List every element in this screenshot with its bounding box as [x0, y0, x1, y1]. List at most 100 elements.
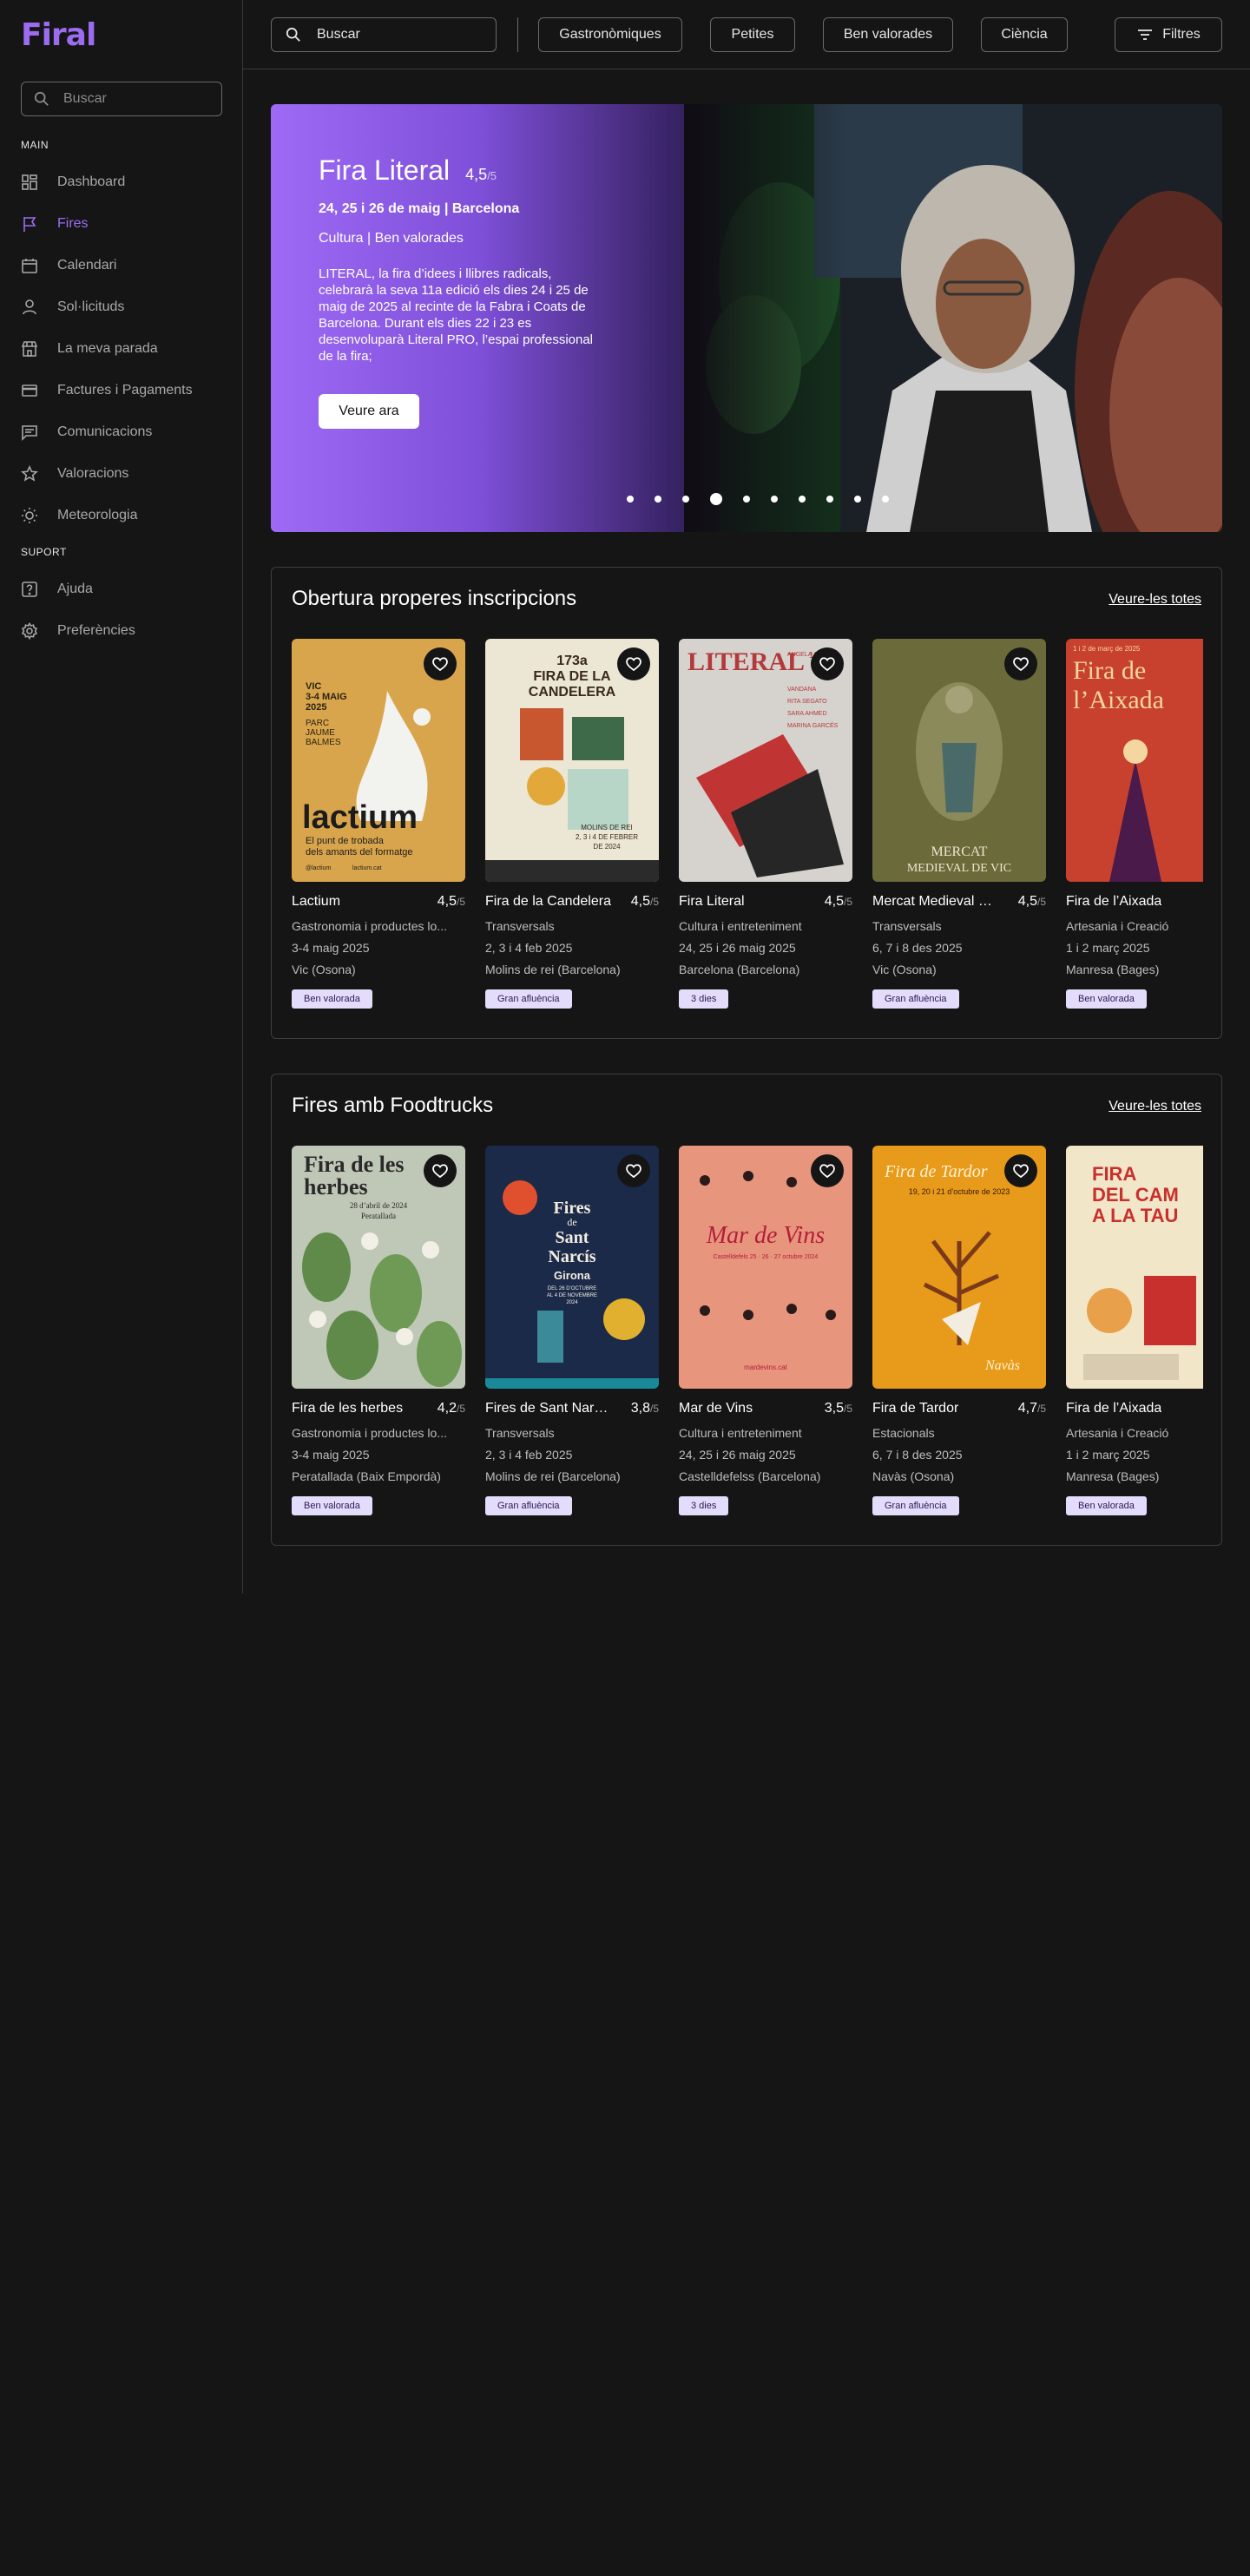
help-icon — [22, 582, 37, 597]
carousel-dot[interactable] — [655, 496, 661, 503]
favorite-button[interactable] — [617, 1154, 650, 1187]
favorite-button[interactable] — [1004, 647, 1037, 680]
sidebar-item-label: Valoracions — [57, 466, 129, 481]
poster-text: Fira de — [1073, 656, 1146, 685]
poster-text: 2, 3 i 4 DE FEBRER — [576, 833, 638, 841]
poster-text: lactium.cat — [352, 865, 382, 871]
card-dates: 1 i 2 març 2025 — [1066, 1448, 1150, 1462]
sidebar-item-valoracions[interactable]: Valoracions — [21, 460, 222, 488]
card-dates: 6, 7 i 8 des 2025 — [872, 941, 963, 955]
card-title: Fira de les herbes — [292, 1401, 404, 1416]
card-place: Vic (Osona) — [292, 963, 356, 976]
fair-card[interactable]: 173a FIRA DE LA CANDELERA MOLINS DE REI … — [485, 639, 659, 1009]
poster-text: mardevins.cat — [744, 1364, 788, 1371]
carousel-dot[interactable] — [627, 496, 634, 503]
favorite-button[interactable] — [811, 1154, 844, 1187]
carousel-dot[interactable] — [799, 496, 806, 503]
carousel-dot[interactable] — [710, 493, 722, 505]
card-title: Fira de Tardor — [872, 1401, 959, 1416]
poster-image: Fira de les herbes 28 d’abril de 2024 Pe… — [292, 1146, 465, 1389]
favorite-button[interactable] — [617, 647, 650, 680]
hero-cta-button[interactable]: Veure ara — [319, 394, 419, 429]
section-foodtrucks: Fires amb Foodtrucks Veure-les totes Fir… — [271, 1074, 1222, 1546]
fair-card[interactable]: MERCAT MEDIEVAL DE VIC Mercat Medieval d… — [872, 639, 1046, 1009]
filter-icon — [1138, 30, 1153, 40]
card-place: Vic (Osona) — [872, 963, 937, 976]
fair-card[interactable]: Fira de Tardor 19, 20 i 21 d’octubre de … — [872, 1146, 1046, 1515]
card-category: Gastronomia i productes lo... — [292, 1426, 447, 1440]
carousel-dot[interactable] — [743, 496, 750, 503]
carousel-dot[interactable] — [682, 496, 689, 503]
sidebar-item-preferencies[interactable]: Preferències — [21, 617, 222, 645]
poster-text: Sant — [556, 1228, 589, 1247]
poster-text: CANDELERA — [529, 685, 616, 700]
sidebar-item-ajuda[interactable]: Ajuda — [21, 575, 222, 603]
card-rating: 4,5/5 — [438, 894, 465, 910]
poster-image: MERCAT MEDIEVAL DE VIC — [872, 639, 1046, 882]
sidebar-search-input[interactable]: Buscar — [21, 82, 222, 116]
flag-icon — [23, 217, 36, 232]
heart-icon — [432, 1164, 448, 1179]
sidebar: Firal Buscar MAIN Dashboard Fires Calend… — [0, 0, 243, 1594]
search-icon — [34, 91, 49, 106]
card-title: Mercat Medieval de Vic — [872, 894, 998, 909]
sidebar-item-la-meva-parada[interactable]: La meva parada — [21, 335, 222, 363]
fair-card[interactable]: LITERAL 10 ANGELA VANDANA RITA SEGATO SA… — [679, 639, 852, 1009]
card-header: Fira de l’Aixada — [1066, 894, 1203, 910]
poster-text: DEL 26 D’OCTUBRE — [548, 1286, 596, 1291]
sidebar-item-meteorologia[interactable]: Meteorologia — [21, 502, 222, 529]
poster-text: MOLINS DE REI — [581, 824, 633, 831]
card-badge: 3 dies — [679, 1496, 729, 1515]
card-rating-den: /5 — [649, 896, 659, 908]
carousel-dot[interactable] — [854, 496, 861, 503]
hero-title: Fira Literal — [319, 154, 451, 186]
star-icon — [21, 465, 38, 482]
favorite-button[interactable] — [811, 647, 844, 680]
section-obertura: Obertura properes inscripcions Veure-les… — [271, 567, 1222, 1039]
card-title: Mar de Vins — [679, 1401, 753, 1416]
fair-card[interactable]: VIC 3-4 MAIG 2025 PARC JAUME BALMES lact… — [292, 639, 465, 1009]
poster-text: Mar de Vins — [706, 1222, 825, 1249]
sidebar-item-comunicacions[interactable]: Comunicacions — [21, 418, 222, 446]
top-divider — [517, 17, 518, 52]
carousel-dot[interactable] — [882, 496, 889, 503]
filter-chip-ben-valorades[interactable]: Ben valorades — [823, 17, 953, 52]
support-section-label: SUPORT — [21, 546, 67, 558]
fair-card[interactable]: FIRA DEL CAM A LA TAU Fira de l’Aixada A… — [1066, 1146, 1203, 1515]
filter-chip-gastronomiques[interactable]: Gastronòmiques — [538, 17, 682, 52]
fair-card[interactable]: 1 i 2 de març de 2025 Fira de l’Aixada F… — [1066, 639, 1203, 1009]
card-rating-den: /5 — [843, 1403, 852, 1415]
poster-image: Fires de Sant Narcís Girona DEL 26 D’OCT… — [485, 1146, 659, 1389]
sidebar-item-dashboard[interactable]: Dashboard — [21, 168, 222, 196]
sidebar-item-factures[interactable]: Factures i Pagaments — [21, 377, 222, 404]
app-logo[interactable]: Firal — [21, 17, 96, 53]
card-place: Navàs (Osona) — [872, 1469, 955, 1483]
filter-chip-ciencia[interactable]: Ciència — [981, 17, 1068, 52]
card-rating-den: /5 — [1036, 896, 1046, 908]
sidebar-item-sollicituds[interactable]: Sol·licituds — [21, 293, 222, 321]
fair-card[interactable]: Mar de Vins Castelldefels 25 · 26 · 27 o… — [679, 1146, 852, 1515]
hero-description: LITERAL, la fira d’idees i llibres radic… — [319, 266, 594, 364]
top-search-input[interactable]: Buscar — [271, 17, 497, 52]
sidebar-item-calendari[interactable]: Calendari — [21, 252, 222, 279]
poster-text: Fires — [554, 1199, 591, 1218]
poster-text: ANGELA — [787, 652, 812, 658]
filters-button[interactable]: Filtres — [1115, 17, 1222, 52]
sidebar-item-fires[interactable]: Fires — [21, 210, 222, 238]
card-header: Mercat Medieval de Vic 4,5/5 — [872, 894, 1046, 910]
poster-text: VANDANA — [787, 687, 817, 693]
filter-chip-petites[interactable]: Petites — [710, 17, 795, 52]
poster-text: Fira de Tardor — [884, 1162, 988, 1181]
message-icon — [22, 425, 37, 441]
see-all-link[interactable]: Veure-les totes — [1109, 592, 1201, 608]
carousel-dot[interactable] — [826, 496, 833, 503]
sidebar-item-label: Dashboard — [57, 174, 126, 189]
favorite-button[interactable] — [424, 1154, 457, 1187]
see-all-link[interactable]: Veure-les totes — [1109, 1099, 1201, 1114]
favorite-button[interactable] — [424, 647, 457, 680]
fair-card[interactable]: Fires de Sant Narcís Girona DEL 26 D’OCT… — [485, 1146, 659, 1515]
fair-card[interactable]: Fira de les herbes 28 d’abril de 2024 Pe… — [292, 1146, 465, 1515]
poster-text: 173a — [556, 654, 588, 668]
favorite-button[interactable] — [1004, 1154, 1037, 1187]
carousel-dot[interactable] — [771, 496, 778, 503]
